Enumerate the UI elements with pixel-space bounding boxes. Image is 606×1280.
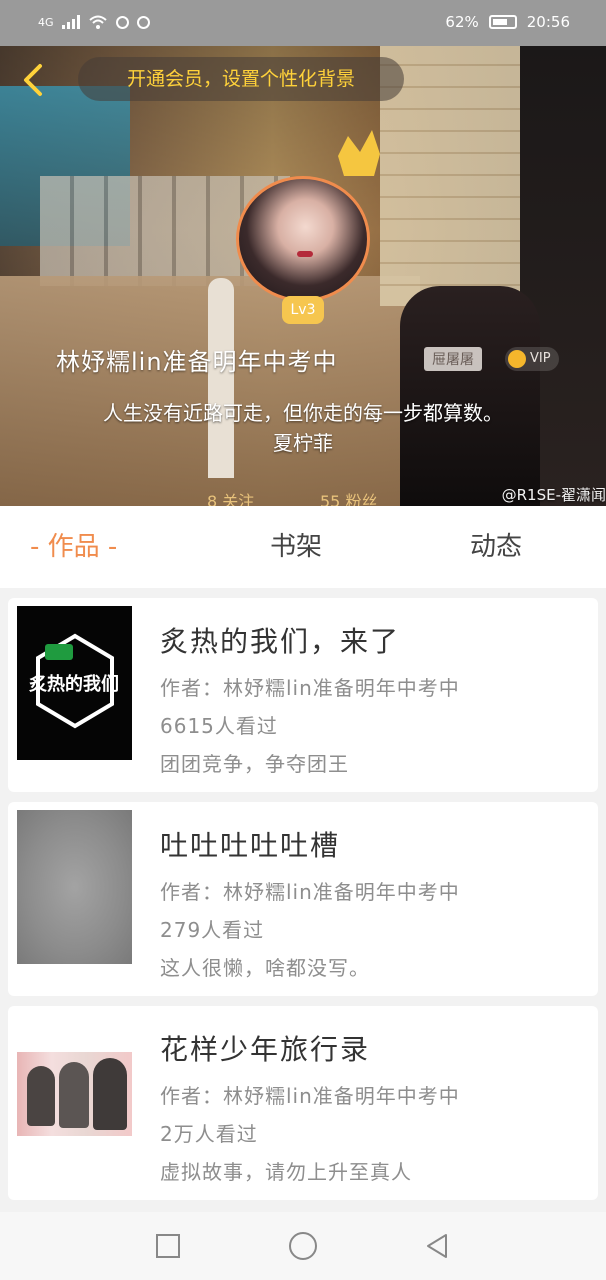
vip-background-banner[interactable]: 开通会员，设置个性化背景: [78, 57, 404, 101]
nickname-tag: 屉屠屠: [424, 347, 482, 371]
recent-apps-icon[interactable]: [156, 1234, 180, 1258]
work-views: 6615人看过: [160, 714, 278, 738]
avatar-detail: [297, 251, 313, 257]
home-icon[interactable]: [289, 1232, 317, 1260]
vip-badge[interactable]: VIP: [505, 347, 559, 371]
work-cover: 炙热的我们: [17, 606, 132, 760]
wifi-icon: [88, 15, 107, 29]
work-cover: [17, 1052, 132, 1136]
person-silhouette: [400, 286, 540, 506]
list-item[interactable]: 炙热的我们 炙热的我们，来了 作者：林妤糯lin准备明年中考中 6615人看过 …: [8, 598, 598, 792]
cover-figure-3: [93, 1058, 127, 1130]
signal-icon: [61, 15, 80, 29]
list-item[interactable]: 吐吐吐吐吐槽 作者：林妤糯lin准备明年中考中 279人看过 这人很懒，啥都没写…: [8, 802, 598, 996]
cover-logo: 炙热的我们: [29, 633, 119, 729]
status-bar: 4G 62% 20:56: [0, 0, 606, 46]
app-notification-icon: [115, 15, 129, 29]
tab-activity[interactable]: 动态: [470, 526, 522, 563]
work-title: 炙热的我们，来了: [160, 625, 401, 658]
cover-figure: [27, 1066, 55, 1126]
bio-line: 人生没有近路可走，但你走的每一步都算数。: [103, 401, 503, 425]
network-type: 4G: [38, 15, 54, 29]
work-title: 吐吐吐吐吐槽: [160, 829, 341, 862]
work-description: 团团竞争，争夺团王: [160, 752, 349, 776]
bio: 人生没有近路可走，但你走的每一步都算数。 夏柠菲: [0, 398, 606, 458]
work-views: 279人看过: [160, 918, 265, 942]
system-nav-bar: [0, 1212, 606, 1280]
list-item[interactable]: 花样少年旅行录 作者：林妤糯lin准备明年中考中 2万人看过 虚拟故事，请勿上升…: [8, 1006, 598, 1200]
back-arrow-icon[interactable]: [16, 62, 52, 98]
battery-percent: 62%: [445, 13, 479, 31]
work-author: 作者：林妤糯lin准备明年中考中: [160, 880, 460, 904]
work-author: 作者：林妤糯lin准备明年中考中: [160, 676, 460, 700]
clock: 20:56: [526, 13, 570, 31]
bio-signature: 夏柠菲: [273, 431, 333, 455]
photo-watermark: @R1SE-翟潇闻: [501, 486, 606, 504]
nickname: 林妤糯lin准备明年中考中: [56, 348, 338, 376]
work-cover: [17, 810, 132, 964]
tile-building: [380, 46, 540, 306]
work-title: 花样少年旅行录: [160, 1033, 371, 1066]
vip-coin-icon: [508, 350, 526, 368]
work-views: 2万人看过: [160, 1122, 258, 1146]
work-description: 这人很懒，啥都没写。: [160, 956, 370, 980]
cover-figure-2: [59, 1062, 89, 1128]
tab-bookshelf[interactable]: 书架: [270, 526, 322, 563]
app-notification-icon-2: [136, 15, 150, 29]
cover-text: 炙热的我们: [29, 673, 119, 695]
crown-icon: [338, 130, 380, 176]
work-author: 作者：林妤糯lin准备明年中考中: [160, 1084, 460, 1108]
tab-works[interactable]: - 作品 -: [30, 526, 117, 563]
level-badge: Lv3: [282, 296, 324, 324]
avatar[interactable]: [236, 176, 370, 302]
profile-tabs: - 作品 - 书架 动态: [0, 506, 606, 588]
work-description: 虚拟故事，请勿上升至真人: [160, 1160, 412, 1184]
back-icon[interactable]: [424, 1232, 450, 1260]
battery-icon: [488, 15, 517, 29]
vip-badge-label: VIP: [530, 351, 551, 366]
